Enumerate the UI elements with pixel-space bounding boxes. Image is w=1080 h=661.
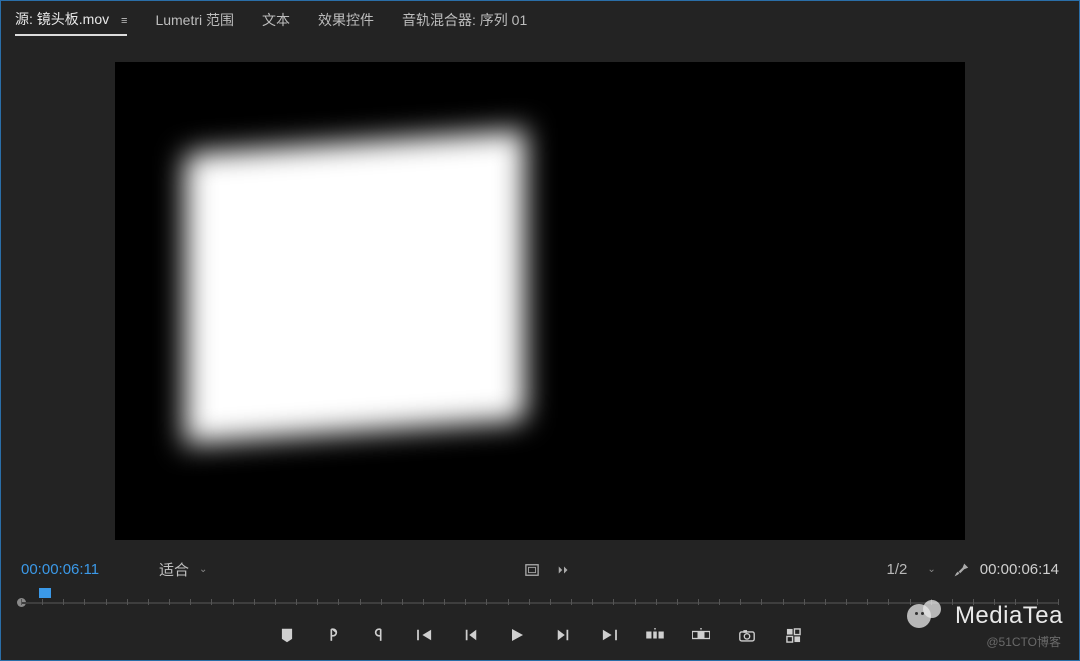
button-editor-button[interactable]	[784, 626, 802, 644]
tab-effect-controls[interactable]: 效果控件	[318, 10, 374, 35]
transport-controls	[1, 614, 1079, 660]
play-button[interactable]	[508, 626, 526, 644]
chevron-down-icon: ⌄	[927, 564, 935, 575]
step-forward-button[interactable]	[554, 626, 572, 644]
step-back-button[interactable]	[462, 626, 480, 644]
resolution-dropdown[interactable]: 1/2 ⌄	[881, 559, 942, 580]
current-timecode[interactable]: 00:00:06:11	[21, 561, 141, 578]
video-content-slate	[185, 130, 525, 444]
panel-tabs: 源: 镜头板.mov ≡ Lumetri 范围 文本 效果控件 音轨混合器: 序…	[1, 1, 1079, 40]
safe-margin-icon[interactable]	[525, 563, 539, 577]
zoom-label: 适合	[159, 559, 189, 580]
go-to-in-button[interactable]	[416, 626, 434, 644]
tab-source-label: 源: 镜头板.mov	[15, 11, 109, 27]
chevron-down-icon: ⌄	[199, 564, 207, 575]
source-monitor-panel: 源: 镜头板.mov ≡ Lumetri 范围 文本 效果控件 音轨混合器: 序…	[0, 0, 1080, 661]
tab-source[interactable]: 源: 镜头板.mov ≡	[15, 9, 127, 36]
time-ruler[interactable]	[21, 588, 1059, 614]
tab-text[interactable]: 文本	[262, 10, 290, 35]
add-marker-button[interactable]	[278, 626, 296, 644]
info-bar: 00:00:06:11 适合 ⌄ 1/2 ⌄ 00:00:06:14	[1, 553, 1079, 586]
overwrite-button[interactable]	[692, 626, 710, 644]
drag-video-only-icon[interactable]	[557, 563, 571, 577]
mark-in-button[interactable]	[324, 626, 342, 644]
zoom-dropdown[interactable]: 适合 ⌄	[151, 557, 215, 582]
tab-audio-mixer[interactable]: 音轨混合器: 序列 01	[402, 10, 527, 35]
total-duration-timecode: 00:00:06:14	[980, 561, 1059, 578]
video-canvas[interactable]	[115, 62, 965, 540]
playhead[interactable]	[39, 588, 53, 606]
insert-button[interactable]	[646, 626, 664, 644]
video-preview-area	[1, 40, 1079, 553]
scrubber-ticks	[21, 599, 1059, 607]
export-frame-button[interactable]	[738, 626, 756, 644]
mark-out-button[interactable]	[370, 626, 388, 644]
settings-wrench-icon[interactable]	[952, 561, 970, 579]
panel-menu-icon[interactable]: ≡	[121, 15, 127, 27]
resolution-label: 1/2	[887, 561, 908, 578]
tab-lumetri-scopes[interactable]: Lumetri 范围	[155, 10, 234, 35]
go-to-out-button[interactable]	[600, 626, 618, 644]
center-display-icons	[525, 563, 571, 577]
